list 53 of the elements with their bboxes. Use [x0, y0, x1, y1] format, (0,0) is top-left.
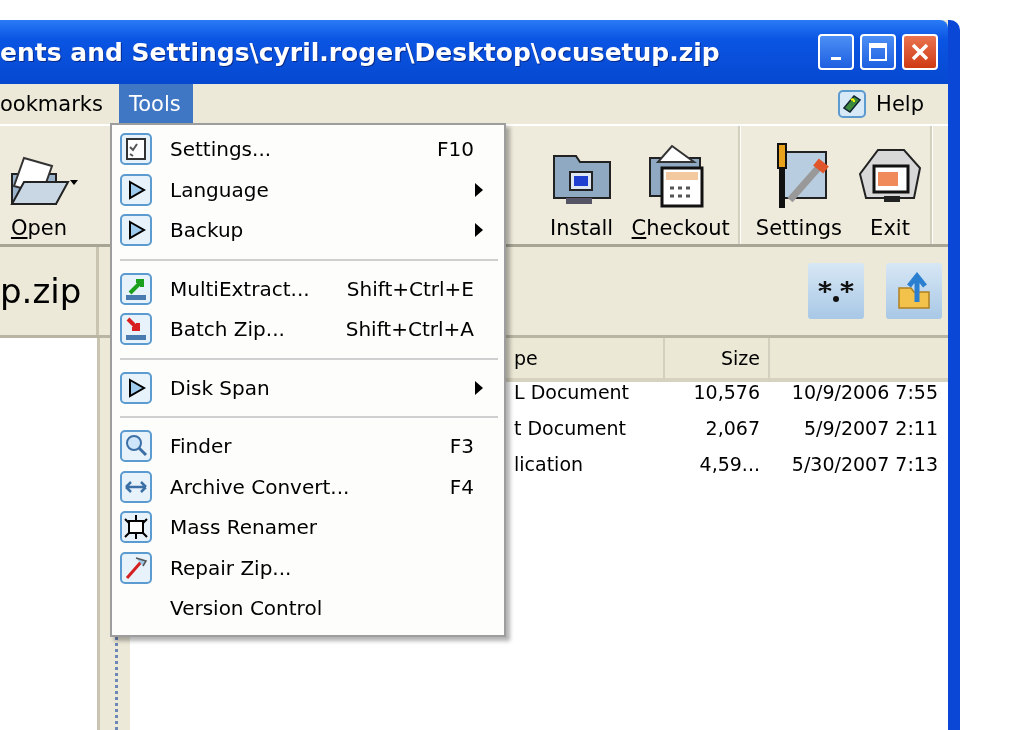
folder-up-arrow-icon: [897, 272, 931, 310]
up-folder-button[interactable]: [886, 263, 942, 319]
menu-item[interactable]: Disk Span: [112, 367, 504, 408]
minimize-button[interactable]: [818, 34, 854, 70]
column-header[interactable]: Size: [665, 338, 770, 382]
table-cell-text: t Document: [514, 416, 627, 441]
menu-item[interactable]: Tools: [118, 84, 193, 124]
play-icon: [120, 173, 152, 206]
search-icon: [120, 430, 152, 463]
submenu-arrow-icon: [474, 379, 484, 396]
close-icon: [910, 42, 930, 62]
maximize-icon: [868, 42, 888, 62]
help-menu[interactable]: Help: [838, 84, 948, 124]
maximize-button[interactable]: [860, 34, 896, 70]
minimize-icon: [831, 56, 841, 60]
play-icon: [120, 371, 152, 404]
table-cell-text: 5/9/2007 2:11: [802, 416, 939, 441]
table-cell-text: 4,59...: [698, 452, 761, 477]
toolbar-button[interactable]: Checkout: [623, 126, 740, 244]
down-arrow-tray-icon: [120, 313, 152, 346]
menu-item[interactable]: Archive Convert... F4: [112, 466, 504, 507]
submenu-arrow-icon: [474, 222, 484, 239]
menu-item[interactable]: Settings... F10: [112, 129, 504, 170]
checklist-icon: [120, 133, 152, 166]
hammer-icon: [120, 551, 152, 584]
menu-item[interactable]: Finder F3: [112, 426, 504, 467]
play-icon: [120, 214, 152, 247]
menu-item[interactable]: Version Control: [112, 588, 504, 629]
table-cell-text: 5/30/2007 7:13: [790, 452, 939, 477]
menu-item[interactable]: MultiExtract... Shift+Ctrl+E: [112, 268, 504, 309]
archive-tab[interactable]: p.zip: [0, 247, 99, 335]
toolbar-button[interactable]: Exit: [850, 126, 932, 244]
column-header[interactable]: pe: [514, 338, 665, 382]
menu-item[interactable]: Repair Zip...: [112, 547, 504, 588]
table-cell-text: lication: [514, 452, 585, 477]
table-cell-text: L Document: [514, 380, 631, 405]
table-cell-text: 10,576: [692, 380, 761, 405]
menu-item[interactable]: ookmarks: [0, 84, 113, 124]
caret-icon[interactable]: [70, 180, 78, 185]
window-title: ents and Settings\cyril.roger\Desktop\ocusetup.zip: [0, 37, 721, 67]
table-cell-text: 2,067: [704, 416, 761, 441]
menu-item[interactable]: Batch Zip... Shift+Ctrl+A: [112, 309, 504, 350]
menu-item[interactable]: Language: [112, 169, 504, 210]
menu-item[interactable]: Backup: [112, 210, 504, 251]
asterisk-dot-asterisk-icon: [818, 279, 854, 303]
filter-button[interactable]: [808, 263, 864, 319]
submenu-arrow-icon: [474, 181, 484, 198]
toolbar-button[interactable]: Install: [539, 126, 624, 244]
close-button[interactable]: [902, 34, 938, 70]
toolbar-button[interactable]: Settings: [747, 126, 850, 244]
table-cell-text: 10/9/2006 7:55: [790, 380, 939, 405]
toolbar-button[interactable]: Open: [0, 126, 78, 244]
menu-item[interactable]: Mass Renamer: [112, 507, 504, 548]
